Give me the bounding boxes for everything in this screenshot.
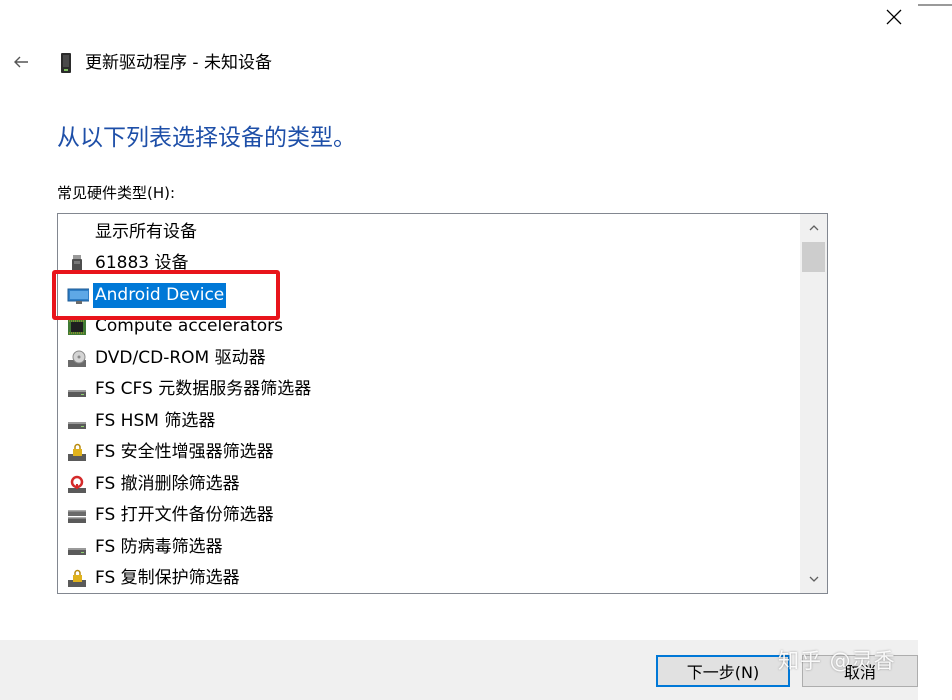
list-item-label: FS CFS 元数据服务器筛选器 (95, 379, 312, 399)
drive-icon (68, 390, 86, 397)
vertical-scrollbar[interactable] (800, 214, 827, 593)
list-item-fs-undelete-filter[interactable]: FS 撤消删除筛选器 (58, 469, 800, 500)
watermark: 知乎 @灵香 (778, 649, 896, 673)
list-item-dvd-drive[interactable]: DVD/CD-ROM 驱动器 (58, 343, 800, 374)
list-item-label: FS 防病毒筛选器 (95, 537, 223, 557)
background-window-strip (918, 0, 952, 700)
annotation-highlight-box (52, 270, 280, 320)
list-item-fs-security-filter[interactable]: FS 安全性增强器筛选器 (58, 437, 800, 468)
list-item-label: DVD/CD-ROM 驱动器 (95, 348, 266, 368)
list-item-label: FS 打开文件备份筛选器 (95, 505, 274, 525)
list-item-fs-hsm-filter[interactable]: FS HSM 筛选器 (58, 406, 800, 437)
list-item-label: 显示所有设备 (95, 222, 197, 242)
list-item-fs-copy-protection-filter[interactable]: FS 复制保护筛选器 (58, 563, 800, 593)
list-item-label: FS 撤消删除筛选器 (95, 474, 240, 494)
back-arrow-icon (14, 56, 28, 68)
list-item-fs-antivirus-filter[interactable]: FS 防病毒筛选器 (58, 532, 800, 563)
next-button[interactable]: 下一步(N) (656, 655, 790, 687)
window-title: 更新驱动程序 - 未知设备 (85, 53, 272, 73)
dvd-drive-icon (68, 350, 86, 367)
list-item-label: FS 复制保护筛选器 (95, 568, 240, 588)
chip-icon (68, 319, 86, 335)
background-window-titlebar (918, 4, 952, 6)
scroll-thumb[interactable] (802, 242, 825, 272)
hardware-types-label: 常见硬件类型(H): (57, 184, 176, 202)
close-button[interactable] (872, 0, 916, 34)
drive-undelete-icon (68, 475, 86, 493)
drive-lock-icon (68, 569, 86, 587)
drive-icon (68, 548, 86, 555)
list-item-show-all-devices[interactable]: 显示所有设备 (58, 217, 800, 248)
close-icon (886, 9, 902, 25)
scroll-down-button[interactable] (800, 567, 827, 591)
list-item-fs-cfs-filter[interactable]: FS CFS 元数据服务器筛选器 (58, 374, 800, 405)
drive-icon (68, 422, 86, 429)
list-item-fs-open-file-backup-filter[interactable]: FS 打开文件备份筛选器 (58, 500, 800, 531)
list-item-label: FS HSM 筛选器 (95, 411, 216, 431)
chevron-down-icon (809, 576, 818, 582)
drive-lock-icon (68, 443, 86, 461)
back-button[interactable] (8, 50, 34, 74)
drive-stack-icon (68, 510, 86, 523)
device-icon (61, 53, 71, 73)
list-item-label: FS 安全性增强器筛选器 (95, 442, 274, 462)
chevron-up-icon (809, 225, 818, 231)
page-heading: 从以下列表选择设备的类型。 (57, 125, 356, 151)
scroll-up-button[interactable] (800, 216, 827, 240)
